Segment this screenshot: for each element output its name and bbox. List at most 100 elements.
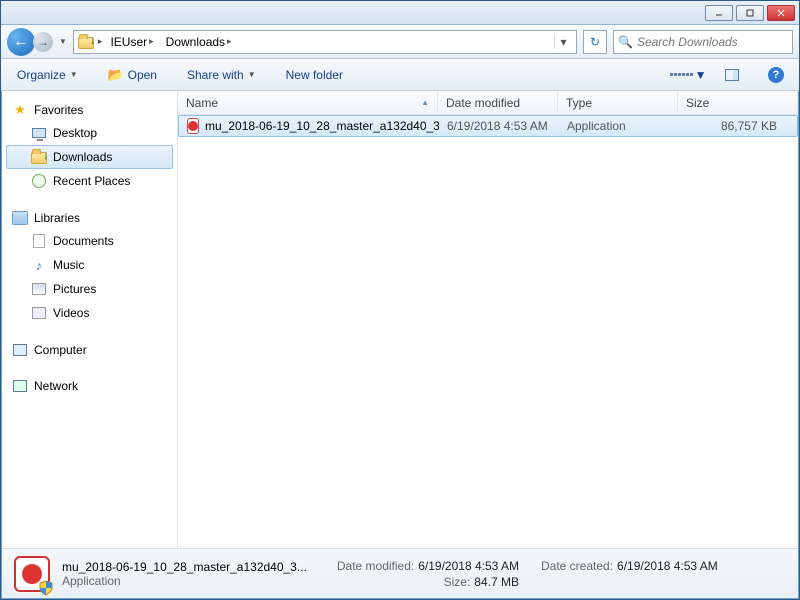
view-options-button[interactable]: ▼ — [675, 64, 701, 86]
share-with-button[interactable]: Share with ▼ — [181, 64, 262, 86]
file-date: 6/19/2018 4:53 AM — [439, 119, 559, 133]
music-icon: ♪ — [31, 257, 47, 273]
breadcrumb-label: IEUser — [110, 35, 147, 49]
pane-icon — [725, 69, 739, 81]
details-size: 84.7 MB — [474, 575, 519, 589]
details-icon — [12, 554, 52, 594]
recent-icon — [31, 173, 47, 189]
column-type[interactable]: Type — [558, 91, 678, 114]
newfolder-label: New folder — [286, 68, 343, 82]
nav-item-downloads[interactable]: ↓ Downloads — [6, 145, 173, 169]
nav-label: Recent Places — [53, 174, 130, 188]
file-list-pane: Name ▲ Date modified Type Size mu_2018 — [178, 91, 798, 549]
column-size[interactable]: Size — [678, 91, 798, 114]
column-date-modified[interactable]: Date modified — [438, 91, 558, 114]
refresh-button[interactable]: ↻ — [583, 30, 607, 54]
titlebar — [1, 1, 799, 25]
organize-button[interactable]: Organize ▼ — [11, 64, 84, 86]
explorer-window: ← → ▼ ↓ ▸ IEUser ▸ Downloads ▸ ▾ ↻ 🔍 Org… — [0, 0, 800, 600]
chevron-down-icon: ▼ — [695, 68, 707, 82]
history-dropdown[interactable]: ▼ — [59, 37, 67, 46]
chevron-right-icon: ▸ — [98, 36, 103, 47]
file-rows: mu_2018-06-19_10_28_master_a132d40_3... … — [178, 115, 798, 549]
file-size: 86,757 KB — [679, 119, 797, 133]
nav-label: Desktop — [53, 126, 97, 140]
file-row[interactable]: mu_2018-06-19_10_28_master_a132d40_3... … — [178, 115, 798, 137]
navbar: ← → ▼ ↓ ▸ IEUser ▸ Downloads ▸ ▾ ↻ 🔍 — [1, 25, 799, 59]
nav-item-documents[interactable]: Documents — [6, 229, 173, 253]
column-label: Date modified — [446, 96, 520, 110]
help-icon: ? — [768, 67, 784, 83]
nav-item-computer[interactable]: Computer — [6, 339, 173, 361]
nav-label: Music — [53, 258, 84, 272]
forward-button[interactable]: → — [33, 32, 53, 52]
back-button[interactable]: ← — [7, 28, 35, 56]
desktop-icon — [31, 125, 47, 141]
file-name-cell: mu_2018-06-19_10_28_master_a132d40_3... — [179, 118, 439, 134]
application-icon — [187, 118, 199, 134]
chevron-right-icon: ▸ — [227, 36, 232, 47]
nav-favorites-group: ★ Favorites Desktop ↓ Downloads Recent P… — [6, 99, 173, 193]
star-icon: ★ — [12, 102, 28, 118]
details-filetype: Application — [62, 574, 307, 588]
network-icon — [12, 378, 28, 394]
documents-icon — [31, 233, 47, 249]
details-created-label: Date created: — [541, 559, 613, 573]
view-icon — [670, 73, 693, 76]
help-button[interactable]: ? — [763, 64, 789, 86]
nav-item-pictures[interactable]: Pictures — [6, 277, 173, 301]
content-area: ★ Favorites Desktop ↓ Downloads Recent P… — [2, 91, 798, 549]
breadcrumb-ieuser[interactable]: IEUser ▸ — [106, 33, 157, 51]
nav-favorites-header[interactable]: ★ Favorites — [6, 99, 173, 121]
uac-shield-icon — [38, 580, 54, 596]
nav-libraries-header[interactable]: Libraries — [6, 207, 173, 229]
details-filename: mu_2018-06-19_10_28_master_a132d40_3... — [62, 560, 307, 574]
search-input[interactable] — [637, 35, 788, 49]
libraries-icon — [12, 210, 28, 226]
toolbar: Organize ▼ 📂 Open Share with ▼ New folde… — [1, 59, 799, 91]
chevron-down-icon: ▼ — [248, 70, 256, 79]
nav-item-recent-places[interactable]: Recent Places — [6, 169, 173, 193]
search-box[interactable]: 🔍 — [613, 30, 793, 54]
address-dropdown[interactable]: ▾ — [554, 35, 572, 49]
nav-label: Computer — [34, 343, 87, 357]
downloads-icon: ↓ — [31, 149, 47, 165]
organize-label: Organize — [17, 68, 66, 82]
column-name[interactable]: Name ▲ — [178, 91, 438, 114]
address-bar[interactable]: ↓ ▸ IEUser ▸ Downloads ▸ ▾ — [73, 30, 577, 54]
sort-ascending-icon: ▲ — [421, 98, 429, 107]
pictures-icon — [31, 281, 47, 297]
maximize-button[interactable] — [736, 5, 764, 21]
nav-item-music[interactable]: ♪ Music — [6, 253, 173, 277]
nav-item-network[interactable]: Network — [6, 375, 173, 397]
file-type: Application — [559, 119, 679, 133]
breadcrumb-downloads[interactable]: Downloads ▸ — [162, 33, 236, 51]
close-button[interactable] — [767, 5, 795, 21]
column-label: Size — [686, 96, 709, 110]
preview-pane-button[interactable] — [719, 64, 745, 86]
computer-icon — [12, 342, 28, 358]
column-label: Name — [186, 96, 218, 110]
nav-label: Downloads — [53, 150, 112, 164]
details-pane: mu_2018-06-19_10_28_master_a132d40_3... … — [2, 548, 798, 598]
navigation-pane: ★ Favorites Desktop ↓ Downloads Recent P… — [2, 91, 178, 549]
nav-item-desktop[interactable]: Desktop — [6, 121, 173, 145]
details-modified-label: Date modified: — [337, 559, 414, 573]
column-headers: Name ▲ Date modified Type Size — [178, 91, 798, 115]
nav-network-group: Network — [6, 375, 173, 397]
details-size-label: Size: — [444, 575, 471, 589]
nav-label: Favorites — [34, 103, 83, 117]
nav-label: Libraries — [34, 211, 80, 225]
nav-label: Videos — [53, 306, 89, 320]
new-folder-button[interactable]: New folder — [280, 64, 349, 86]
chevron-down-icon: ▼ — [70, 70, 78, 79]
breadcrumb-label: Downloads — [166, 35, 225, 49]
folder-icon: ↓ — [78, 34, 94, 50]
nav-item-videos[interactable]: Videos — [6, 301, 173, 325]
file-name: mu_2018-06-19_10_28_master_a132d40_3... — [205, 119, 439, 133]
nav-computer-group: Computer — [6, 339, 173, 361]
column-label: Type — [566, 96, 592, 110]
minimize-button[interactable] — [705, 5, 733, 21]
open-button[interactable]: 📂 Open — [102, 63, 163, 87]
nav-label: Pictures — [53, 282, 96, 296]
